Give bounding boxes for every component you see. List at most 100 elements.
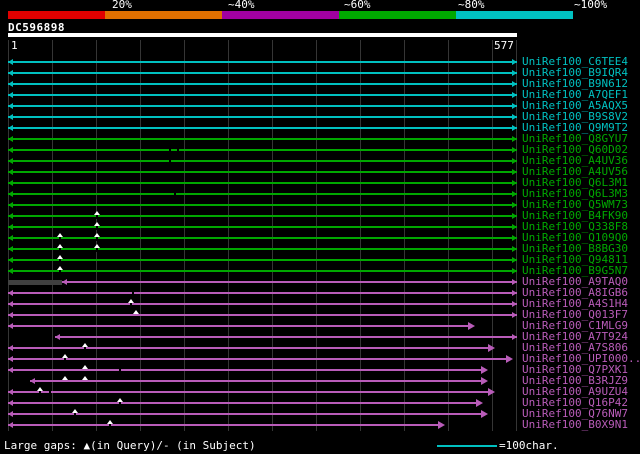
bar-endcap-left xyxy=(8,213,13,219)
alignment-bar[interactable] xyxy=(8,358,508,360)
alignment-bar[interactable] xyxy=(8,369,483,371)
alignment-bar[interactable] xyxy=(8,270,517,272)
subject-gap-mark xyxy=(174,191,176,197)
query-gap-triangle-icon xyxy=(82,376,88,380)
alignment-end-arrow-icon xyxy=(481,410,488,418)
bar-endcap-left xyxy=(8,323,13,329)
bar-endcap-right xyxy=(512,257,517,263)
alignment-bar[interactable] xyxy=(8,72,517,74)
query-gap-triangle-icon xyxy=(117,398,123,402)
alignment-bar[interactable] xyxy=(8,402,478,404)
bar-endcap-left xyxy=(8,136,13,142)
alignment-end-arrow-icon xyxy=(476,399,483,407)
bar-endcap-right xyxy=(512,191,517,197)
bar-endcap-right xyxy=(512,246,517,252)
bar-endcap-right xyxy=(512,158,517,164)
bar-endcap-left xyxy=(8,224,13,230)
alignment-end-arrow-icon xyxy=(438,421,445,429)
query-gap-triangle-icon xyxy=(94,222,100,226)
bar-endcap-left xyxy=(8,235,13,241)
bar-endcap-left xyxy=(8,70,13,76)
alignment-bar[interactable] xyxy=(8,160,517,162)
bar-endcap-left xyxy=(8,147,13,153)
bar-endcap-right xyxy=(512,202,517,208)
alignment-end-arrow-icon xyxy=(481,377,488,385)
bar-endcap-right xyxy=(512,169,517,175)
alignment-bar[interactable] xyxy=(8,347,490,349)
bar-endcap-left xyxy=(8,389,13,395)
query-gap-triangle-icon xyxy=(128,299,134,303)
bar-endcap-left xyxy=(8,103,13,109)
query-gap-triangle-icon xyxy=(62,354,68,358)
bar-endcap-left xyxy=(8,246,13,252)
alignment-bar[interactable] xyxy=(8,105,517,107)
bar-endcap-left xyxy=(8,202,13,208)
query-gap-triangle-icon xyxy=(57,255,63,259)
alignment-bar[interactable] xyxy=(8,391,490,393)
bar-endcap-left xyxy=(8,411,13,417)
alignment-bar[interactable] xyxy=(30,380,483,382)
bar-endcap-right xyxy=(512,224,517,230)
bar-endcap-left xyxy=(8,356,13,362)
alignment-bar[interactable] xyxy=(8,413,483,415)
bar-endcap-right xyxy=(512,70,517,76)
bar-endcap-left xyxy=(8,301,13,307)
subject-gap-mark xyxy=(177,147,179,153)
alignment-bar[interactable] xyxy=(8,138,517,140)
alignment-bar[interactable] xyxy=(8,226,517,228)
alignment-bar[interactable] xyxy=(8,248,517,250)
query-gap-triangle-icon xyxy=(94,233,100,237)
alignment-bar[interactable] xyxy=(8,149,517,151)
bar-endcap-right xyxy=(512,301,517,307)
alignment-bar[interactable] xyxy=(8,314,517,316)
alignment-bar[interactable] xyxy=(8,292,517,294)
bar-endcap-right xyxy=(512,114,517,120)
alignment-end-arrow-icon xyxy=(481,366,488,374)
alignment-bar[interactable] xyxy=(8,61,517,63)
bar-endcap-left xyxy=(8,180,13,186)
alignment-bar[interactable] xyxy=(8,215,517,217)
alignment-bar[interactable] xyxy=(55,336,517,338)
bar-endcap-right xyxy=(512,312,517,318)
alignment-bar[interactable] xyxy=(8,424,440,426)
query-gap-triangle-icon xyxy=(72,409,78,413)
bar-endcap-right xyxy=(512,103,517,109)
alignment-bar[interactable] xyxy=(8,193,517,195)
bar-endcap-left xyxy=(62,279,67,285)
alignment-bar[interactable] xyxy=(8,325,470,327)
alignment-bar[interactable] xyxy=(8,127,517,129)
bar-endcap-right xyxy=(512,125,517,131)
alignment-end-arrow-icon xyxy=(468,322,475,330)
query-gap-triangle-icon xyxy=(107,420,113,424)
hit-label[interactable]: UniRef100_B0X9N1 xyxy=(522,419,628,430)
alignment-bar[interactable] xyxy=(8,303,517,305)
query-gap-triangle-icon xyxy=(57,233,63,237)
query-gap-triangle-icon xyxy=(37,387,43,391)
alignment-bar[interactable] xyxy=(8,259,517,261)
bar-endcap-left xyxy=(30,378,35,384)
query-gap-triangle-icon xyxy=(57,244,63,248)
alignment-bar[interactable] xyxy=(8,83,517,85)
bar-endcap-left xyxy=(8,125,13,131)
bar-endcap-left xyxy=(8,191,13,197)
bar-endcap-left xyxy=(55,334,60,340)
subject-gap-mark xyxy=(49,389,51,395)
low-identity-segment xyxy=(8,280,62,285)
alignment-bar[interactable] xyxy=(8,204,517,206)
alignment-bar[interactable] xyxy=(8,237,517,239)
bar-endcap-left xyxy=(8,169,13,175)
alignment-bar[interactable] xyxy=(8,116,517,118)
bar-endcap-left xyxy=(8,268,13,274)
query-gap-triangle-icon xyxy=(82,343,88,347)
alignment-end-arrow-icon xyxy=(488,344,495,352)
subject-gap-mark xyxy=(132,290,134,296)
alignment-bar[interactable] xyxy=(62,281,517,283)
alignment-bar[interactable] xyxy=(8,171,517,173)
bar-endcap-right xyxy=(512,180,517,186)
bar-endcap-left xyxy=(8,158,13,164)
bar-endcap-right xyxy=(512,136,517,142)
query-gap-triangle-icon xyxy=(94,211,100,215)
alignment-bar[interactable] xyxy=(8,94,517,96)
bar-endcap-left xyxy=(8,422,13,428)
alignment-bar[interactable] xyxy=(8,182,517,184)
